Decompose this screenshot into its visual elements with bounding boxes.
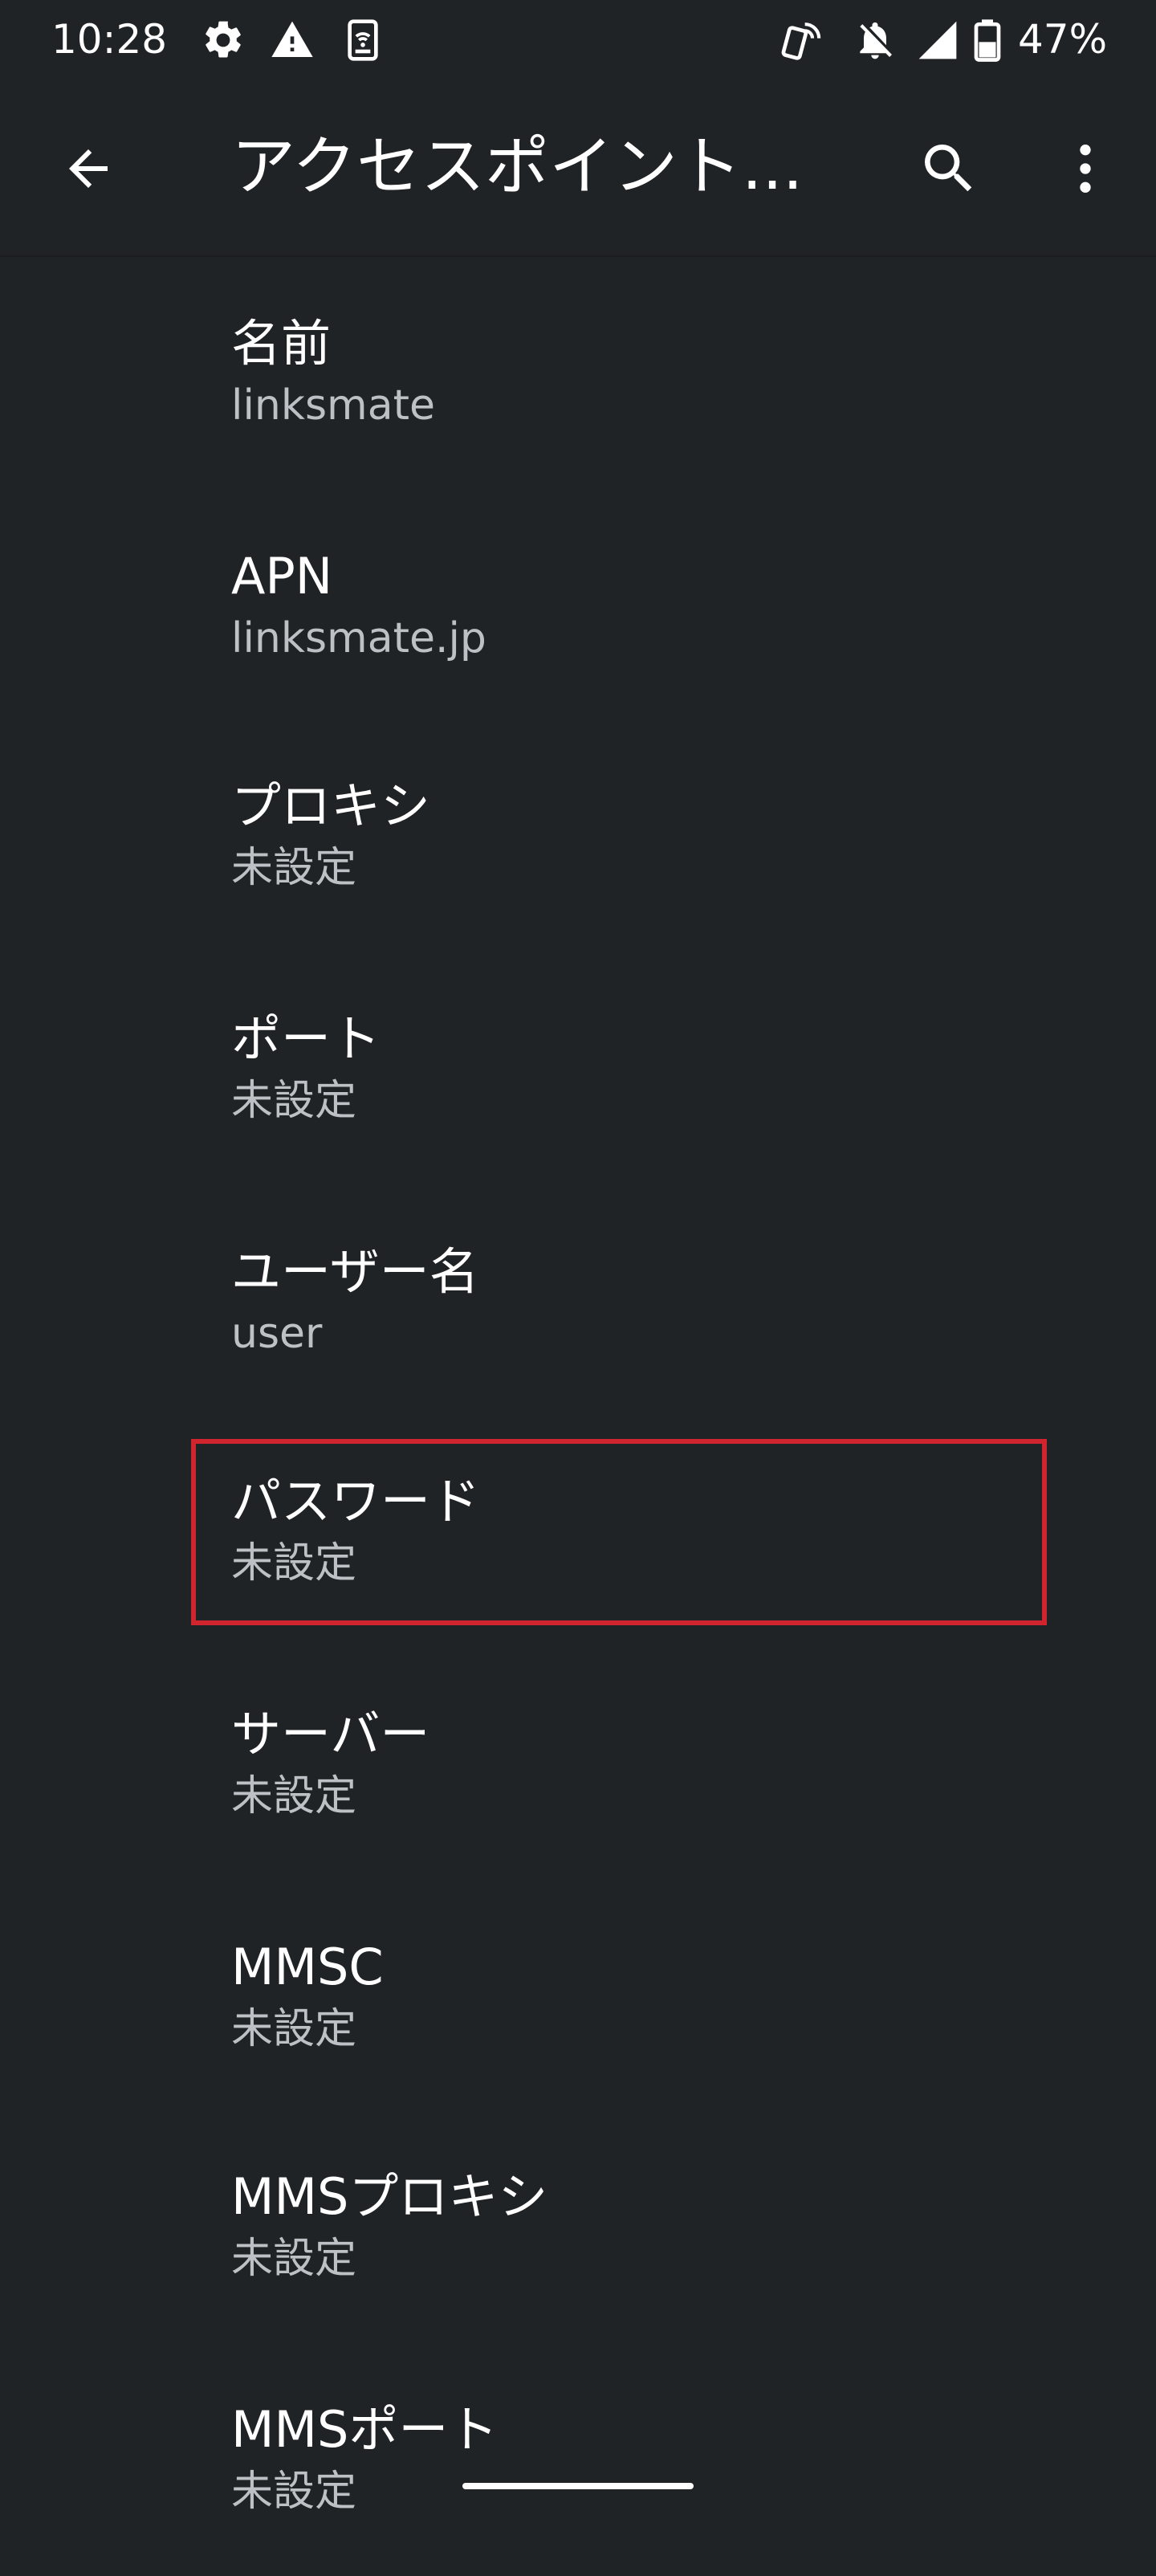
- battery-percent: 47%: [1018, 16, 1108, 63]
- status-time: 10:28: [51, 16, 168, 63]
- pref-title: 名前: [231, 314, 332, 373]
- arrow-left-icon: [69, 149, 108, 188]
- pref-summary: 未設定: [231, 1077, 357, 1125]
- pref-title: ポート: [231, 1009, 381, 1068]
- page-title: アクセスポイント...: [231, 129, 804, 204]
- signal-icon: [918, 21, 957, 59]
- pref-summary: 未設定: [231, 2468, 357, 2516]
- more-options-button[interactable]: [1047, 128, 1124, 209]
- pref-title: ユーザー名: [231, 1242, 479, 1301]
- pref-summary: 未設定: [231, 844, 357, 892]
- pref-summary: 未設定: [231, 2005, 357, 2053]
- pref-item-server[interactable]: サーバー 未設定: [0, 1648, 1156, 1881]
- pref-summary: linksmate: [231, 381, 435, 430]
- search-icon: [925, 145, 972, 192]
- gear-icon: [206, 21, 241, 58]
- pref-item-mms-proxy[interactable]: MMSプロキシ 未設定: [0, 2110, 1156, 2343]
- status-bar: 10:28 47%: [0, 0, 1156, 80]
- nfc-phone-icon: [781, 22, 821, 60]
- battery-icon: [974, 19, 1001, 62]
- pref-item-port[interactable]: ポート 未設定: [0, 952, 1156, 1185]
- sim-wifi-icon: [348, 19, 378, 61]
- pref-summary: linksmate.jp: [231, 614, 486, 662]
- pref-item-proxy[interactable]: プロキシ 未設定: [0, 719, 1156, 952]
- pref-summary: user: [231, 1310, 323, 1358]
- app-bar: アクセスポイント...: [0, 80, 1156, 257]
- highlight-box: [191, 1439, 1047, 1625]
- pref-title: MMSプロキシ: [231, 2167, 548, 2226]
- pref-item-name[interactable]: 名前 linksmate: [0, 257, 1156, 490]
- back-button[interactable]: [50, 130, 127, 207]
- pref-summary: 未設定: [231, 1772, 357, 1820]
- pref-item-username[interactable]: ユーザー名 user: [0, 1185, 1156, 1418]
- gesture-nav-bar[interactable]: [462, 2483, 694, 2489]
- bell-off-icon: [860, 22, 892, 59]
- pref-item-mmsc[interactable]: MMSC 未設定: [0, 1881, 1156, 2113]
- pref-title: MMSC: [231, 1938, 384, 1996]
- alert-triangle-icon: [271, 21, 313, 58]
- pref-title: サーバー: [231, 1705, 430, 1763]
- pref-summary: 未設定: [231, 2235, 357, 2283]
- search-button[interactable]: [909, 128, 989, 209]
- pref-title: プロキシ: [231, 776, 431, 835]
- pref-title: MMSポート: [231, 2400, 499, 2459]
- pref-item-apn[interactable]: APN linksmate.jp: [0, 490, 1156, 723]
- pref-item-mms-port[interactable]: MMSポート 未設定: [0, 2343, 1156, 2576]
- more-vert-icon: [1080, 145, 1091, 193]
- pref-title: APN: [231, 547, 333, 605]
